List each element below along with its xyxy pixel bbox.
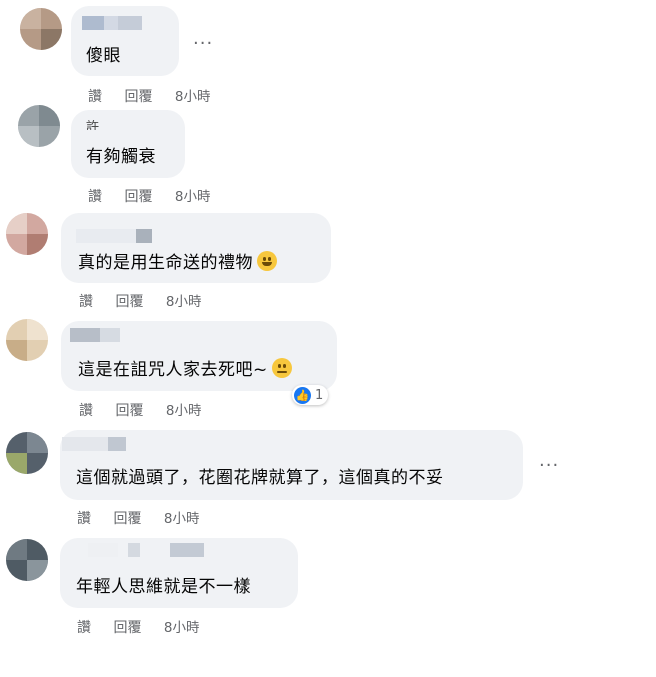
- like-link[interactable]: 讚: [79, 291, 93, 311]
- reply-link[interactable]: 回覆: [115, 291, 143, 311]
- comment-text-body: 真的是用生命送的禮物: [78, 253, 253, 273]
- like-link[interactable]: 讚: [77, 508, 91, 528]
- timestamp[interactable]: 8小時: [166, 399, 202, 419]
- timestamp[interactable]: 8小時: [164, 616, 200, 636]
- timestamp[interactable]: 8小時: [175, 185, 211, 205]
- reaction-count[interactable]: 👍 1: [292, 385, 329, 405]
- reply-link[interactable]: 回覆: [124, 186, 152, 206]
- comment-actions: 讚 回覆 8小時: [77, 507, 200, 528]
- comment-text: 有夠觸衰: [86, 147, 156, 167]
- avatar[interactable]: [6, 213, 48, 255]
- comment-text: 這個就過頭了，花圈花牌就算了，這個真的不妥: [76, 468, 444, 488]
- blurred-author-name: [82, 16, 152, 30]
- avatar[interactable]: [18, 105, 60, 147]
- reaction-count-value: 1: [315, 387, 324, 403]
- comment-text: 真的是用生命送的禮物: [78, 251, 277, 274]
- blurred-author-name: [88, 543, 204, 557]
- comment-actions: 讚 回覆 8小時: [77, 616, 200, 637]
- reply-link[interactable]: 回覆: [115, 400, 143, 420]
- avatar[interactable]: [20, 8, 62, 50]
- comment-text: 年輕人思維就是不一樣: [76, 577, 251, 597]
- timestamp[interactable]: 8小時: [164, 507, 200, 527]
- comment-text: 傻眼: [86, 46, 121, 66]
- timestamp[interactable]: 8小時: [175, 85, 211, 105]
- comment-actions: 讚 回覆 8小時: [88, 85, 211, 106]
- like-link[interactable]: 讚: [88, 86, 102, 106]
- comment-text: 這是在詛咒人家去死吧~: [78, 358, 292, 381]
- comment-bubble: [60, 430, 523, 500]
- like-link[interactable]: 讚: [88, 186, 102, 206]
- like-icon: 👍: [294, 386, 311, 404]
- blurred-author-name: [76, 229, 161, 243]
- reply-link[interactable]: 回覆: [124, 86, 152, 106]
- more-options-button[interactable]: ···: [539, 455, 559, 476]
- comment-actions: 讚 回覆 8小時: [79, 399, 202, 420]
- neutral-face-emoji: [271, 358, 292, 378]
- comment-actions: 讚 回覆 8小時: [88, 185, 211, 206]
- blurred-author-name: [62, 437, 128, 451]
- like-link[interactable]: 讚: [79, 400, 93, 420]
- avatar[interactable]: [6, 319, 48, 361]
- avatar[interactable]: [6, 432, 48, 474]
- comment-actions: 讚 回覆 8小時: [79, 290, 202, 311]
- timestamp[interactable]: 8小時: [166, 290, 202, 310]
- comment-text-body: 這是在詛咒人家去死吧~: [78, 360, 268, 380]
- like-link[interactable]: 讚: [77, 617, 91, 637]
- reply-link[interactable]: 回覆: [113, 617, 141, 637]
- more-options-button[interactable]: ···: [193, 33, 213, 54]
- avatar[interactable]: [6, 539, 48, 581]
- reply-link[interactable]: 回覆: [113, 508, 141, 528]
- blurred-author-name: [70, 328, 130, 342]
- blurred-author-name: 許慕元: [86, 120, 100, 130]
- grinning-sweat-emoji: [257, 251, 277, 271]
